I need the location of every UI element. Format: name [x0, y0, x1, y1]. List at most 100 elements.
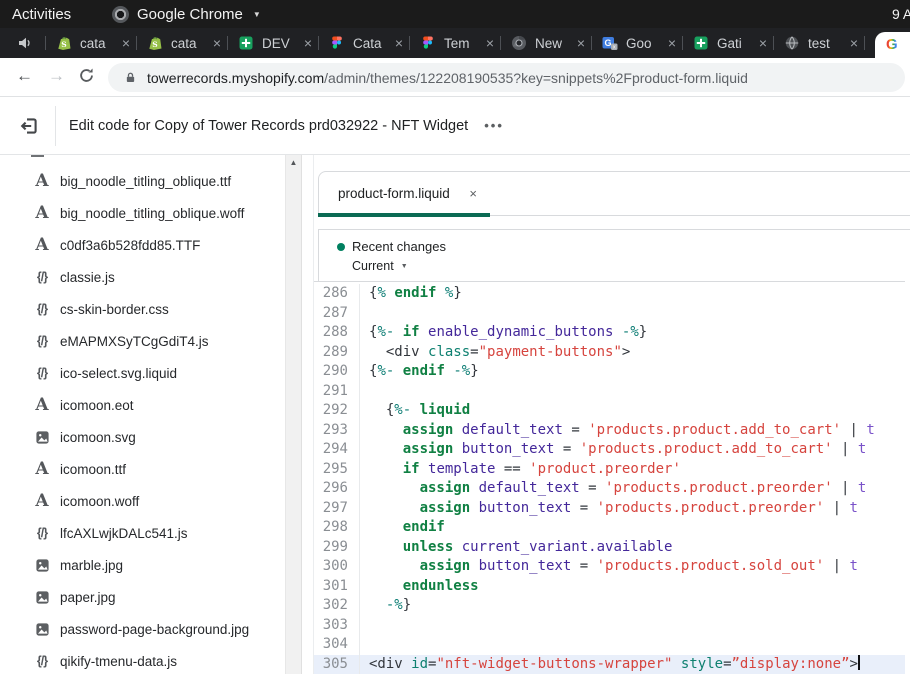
- code-line[interactable]: 289 <div class="payment-buttons">: [314, 343, 910, 363]
- line-number: 304: [314, 635, 360, 655]
- file-item[interactable]: password-page-background.jpg: [0, 613, 285, 645]
- code-line-text: -%}: [360, 596, 910, 616]
- browser-tab[interactable]: test×: [774, 28, 864, 58]
- code-line[interactable]: 298 endif: [314, 518, 910, 538]
- code-line[interactable]: 288{%- if enable_dynamic_buttons -%}: [314, 323, 910, 343]
- image-file-icon: [31, 622, 53, 637]
- active-browser-tab[interactable]: G: [875, 32, 910, 58]
- browser-tab[interactable]: DEV×: [228, 28, 318, 58]
- address-bar[interactable]: towerrecords.myshopify.com/admin/themes/…: [108, 63, 905, 92]
- line-number: 292: [314, 401, 360, 421]
- reload-button[interactable]: [78, 67, 95, 89]
- tab-close-icon[interactable]: ×: [668, 35, 676, 51]
- tab-separator: [864, 36, 865, 50]
- file-item[interactable]: paper.jpg: [0, 581, 285, 613]
- file-name: eMAPMXSyTCgGdiT4.js: [60, 334, 209, 349]
- file-item[interactable]: Abig_noodle_titling_oblique.ttf: [0, 165, 285, 197]
- code-line[interactable]: 292 {%- liquid: [314, 401, 910, 421]
- code-line[interactable]: 299 unless current_variant.available: [314, 538, 910, 558]
- browser-tab[interactable]: Cata×: [319, 28, 409, 58]
- editor-tab-close-icon[interactable]: ×: [469, 186, 477, 201]
- code-line[interactable]: 287: [314, 304, 910, 324]
- file-item[interactable]: {/}qikify-tmenu-data.js: [0, 645, 285, 677]
- browser-tab[interactable]: New×: [501, 28, 591, 58]
- tab-close-icon[interactable]: ×: [213, 35, 221, 51]
- file-item[interactable]: Aicomoon.eot: [0, 389, 285, 421]
- tab-close-icon[interactable]: ×: [395, 35, 403, 51]
- code-line-text: assign default_text = 'products.product.…: [360, 421, 910, 441]
- code-line[interactable]: 296 assign default_text = 'products.prod…: [314, 479, 910, 499]
- code-line-text: {% endif %}: [360, 284, 910, 304]
- shopify-editor-header: Edit code for Copy of Tower Records prd0…: [0, 97, 910, 155]
- version-label: Current: [352, 259, 394, 273]
- file-item[interactable]: marble.jpg: [0, 549, 285, 581]
- line-number: 305: [314, 655, 360, 675]
- file-item[interactable]: {/}eMAPMXSyTCgGdiT4.js: [0, 325, 285, 357]
- back-button[interactable]: ←: [16, 66, 33, 86]
- file-sidebar: Abig_noodle_titling_oblique.ttfAbig_nood…: [0, 155, 285, 674]
- code-line[interactable]: 295 if template == 'product.preorder': [314, 460, 910, 480]
- file-item[interactable]: Aicomoon.woff: [0, 485, 285, 517]
- code-line-text: if template == 'product.preorder': [360, 460, 910, 480]
- code-area[interactable]: 286{% endif %}287288{%- if enable_dynami…: [314, 281, 910, 674]
- tab-title: Tem: [444, 36, 483, 51]
- file-name: classie.js: [60, 270, 115, 285]
- forward-button[interactable]: →: [48, 66, 65, 86]
- editor-scroll-gutter[interactable]: [905, 281, 910, 674]
- code-line[interactable]: 297 assign button_text = 'products.produ…: [314, 499, 910, 519]
- file-item[interactable]: icomoon.svg: [0, 421, 285, 453]
- chrome-logo-icon: [112, 6, 129, 23]
- file-item[interactable]: Aicomoon.ttf: [0, 453, 285, 485]
- app-menu[interactable]: Google Chrome ▼: [112, 6, 261, 23]
- svg-text:x: x: [613, 45, 616, 51]
- tab-close-icon[interactable]: ×: [486, 35, 494, 51]
- browser-tab[interactable]: Scata×: [46, 28, 136, 58]
- system-clock[interactable]: 9 A: [892, 6, 910, 22]
- code-line[interactable]: 290{%- endif -%}: [314, 362, 910, 382]
- tab-close-icon[interactable]: ×: [850, 35, 858, 51]
- line-number: 302: [314, 596, 360, 616]
- code-line-text: [360, 304, 910, 324]
- file-item[interactable]: {/}cs-skin-border.css: [0, 293, 285, 325]
- code-line[interactable]: 305<div id="nft-widget-buttons-wrapper" …: [314, 655, 910, 675]
- code-line[interactable]: 300 assign button_text = 'products.produ…: [314, 557, 910, 577]
- code-line[interactable]: 304: [314, 635, 910, 655]
- svg-text:S: S: [61, 40, 66, 49]
- activities-button[interactable]: Activities: [12, 6, 71, 23]
- tab-close-icon[interactable]: ×: [577, 35, 585, 51]
- file-item[interactable]: {/}lfcAXLwjkDALc541.js: [0, 517, 285, 549]
- shopify-icon: S: [147, 35, 163, 51]
- scroll-up-arrow-icon[interactable]: ▲: [286, 158, 301, 167]
- file-item[interactable]: {/}ico-select.svg.liquid: [0, 357, 285, 389]
- code-line[interactable]: 301 endunless: [314, 577, 910, 597]
- tab-close-icon[interactable]: ×: [759, 35, 767, 51]
- line-number: 297: [314, 499, 360, 519]
- code-line[interactable]: 302 -%}: [314, 596, 910, 616]
- line-number: 299: [314, 538, 360, 558]
- code-line[interactable]: 294 assign button_text = 'products.produ…: [314, 440, 910, 460]
- browser-tab[interactable]: Tem×: [410, 28, 500, 58]
- sidebar-scrollbar[interactable]: ▲: [285, 155, 302, 674]
- version-dropdown[interactable]: Current ▼: [352, 259, 910, 273]
- svg-text:S: S: [152, 40, 157, 49]
- image-file-icon: [31, 558, 53, 573]
- file-name: icomoon.woff: [60, 494, 139, 509]
- tab-close-icon[interactable]: ×: [304, 35, 312, 51]
- file-item[interactable]: Abig_noodle_titling_oblique.woff: [0, 197, 285, 229]
- code-line[interactable]: 291: [314, 382, 910, 402]
- code-line[interactable]: 286{% endif %}: [314, 284, 910, 304]
- code-line[interactable]: 293 assign default_text = 'products.prod…: [314, 421, 910, 441]
- code-line[interactable]: 303: [314, 616, 910, 636]
- browser-tab[interactable]: Scata×: [137, 28, 227, 58]
- editor-open-tab[interactable]: product-form.liquid ×: [319, 172, 491, 215]
- browser-tab[interactable]: Gati×: [683, 28, 773, 58]
- line-number: 289: [314, 343, 360, 363]
- more-actions-button[interactable]: •••: [484, 118, 504, 133]
- file-item[interactable]: {/}classie.js: [0, 261, 285, 293]
- browser-tab[interactable]: GxGoo×: [592, 28, 682, 58]
- exit-editor-button[interactable]: [18, 115, 40, 137]
- file-item[interactable]: Ac0df3a6b528fdd85.TTF: [0, 229, 285, 261]
- chevron-down-icon: ▼: [401, 263, 408, 270]
- lock-icon[interactable]: [124, 71, 137, 84]
- tab-close-icon[interactable]: ×: [122, 35, 130, 51]
